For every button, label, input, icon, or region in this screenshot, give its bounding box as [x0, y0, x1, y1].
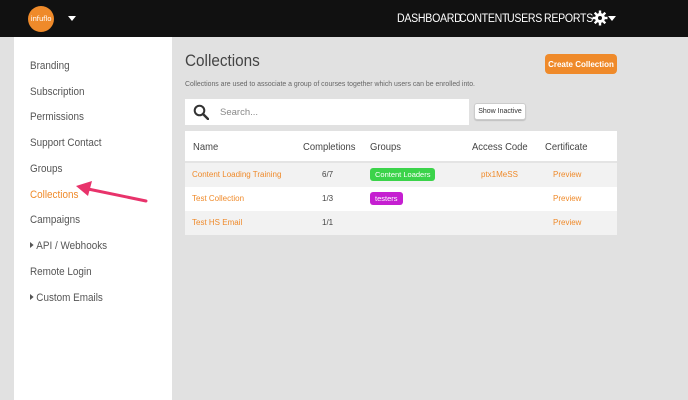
sidebar-item-label: Branding: [30, 60, 70, 72]
sidebar-item-label: Custom Emails: [36, 292, 103, 304]
sidebar-item-branding[interactable]: Branding: [30, 60, 70, 72]
column-header-access-code[interactable]: Access Code: [472, 141, 528, 153]
search-input[interactable]: [220, 103, 460, 121]
search-bar: [185, 99, 469, 125]
page-description: Collections are used to associate a grou…: [185, 79, 475, 88]
nav-dashboard[interactable]: DASHBOARD: [397, 0, 467, 37]
chevron-down-icon[interactable]: [608, 16, 616, 21]
sidebar-item-label: Campaigns: [30, 214, 81, 226]
group-badge[interactable]: testers: [370, 192, 403, 205]
column-header-name[interactable]: Name: [193, 141, 218, 153]
sidebar-item-label: Remote Login: [30, 266, 92, 278]
caret-right-icon: [30, 294, 34, 300]
certificate-preview-link[interactable]: Preview: [553, 170, 581, 179]
column-header-certificate[interactable]: Certificate: [545, 141, 588, 153]
completions-value: 6/7: [322, 170, 334, 179]
caret-right-icon: [30, 242, 34, 248]
completions-value: 1/1: [322, 218, 334, 227]
collection-name-link[interactable]: Content Loading Training: [192, 170, 281, 179]
top-navbar: infuflo DASHBOARD CONTENT USERS REPORTS: [0, 0, 688, 37]
access-code-value: ptx1MeSS: [481, 170, 518, 179]
sidebar-item-campaigns[interactable]: Campaigns: [30, 214, 80, 226]
column-header-groups[interactable]: Groups: [370, 141, 401, 153]
collections-table: Name Completions Groups Access Code Cert…: [185, 131, 617, 235]
group-badge[interactable]: Content Loaders: [370, 168, 436, 181]
sidebar-item-label: Collections: [30, 189, 79, 201]
sidebar-item-support-contact[interactable]: Support Contact: [30, 137, 102, 149]
sidebar-item-collections[interactable]: Collections: [30, 189, 78, 201]
completions-value: 1/3: [322, 194, 334, 203]
search-icon: [193, 104, 209, 120]
sidebar-item-groups[interactable]: Groups: [30, 163, 62, 175]
sidebar-item-custom-emails[interactable]: Custom Emails: [30, 292, 103, 304]
table-row: Test HS Email 1/1 Preview: [185, 211, 617, 235]
app-logo[interactable]: infuflo: [28, 6, 54, 32]
nav-dashboard-label: DASHBOARD: [397, 12, 462, 25]
collection-name-link[interactable]: Test HS Email: [192, 218, 242, 227]
nav-reports-label: REPORTS: [544, 12, 594, 25]
show-inactive-button[interactable]: Show Inactive: [474, 103, 526, 120]
sidebar-item-api-webhooks[interactable]: API / Webhooks: [30, 240, 107, 252]
column-header-completions[interactable]: Completions: [303, 141, 356, 153]
certificate-preview-link[interactable]: Preview: [553, 218, 581, 227]
logo-text: infuflo: [30, 15, 52, 23]
nav-content[interactable]: CONTENT: [459, 0, 512, 37]
sidebar: Branding Subscription Permissions Suppor…: [14, 37, 172, 400]
sidebar-item-label: API / Webhooks: [36, 240, 108, 252]
sidebar-item-label: Groups: [30, 163, 63, 175]
table-row: Content Loading Training 6/7 Content Loa…: [185, 163, 617, 187]
table-row: Test Collection 1/3 testers Preview: [185, 187, 617, 211]
nav-users-label: USERS: [507, 12, 543, 25]
sidebar-item-permissions[interactable]: Permissions: [30, 111, 84, 123]
gear-icon[interactable]: [592, 10, 608, 26]
nav-users[interactable]: USERS: [507, 0, 545, 37]
page-title: Collections: [185, 51, 260, 70]
sidebar-item-subscription[interactable]: Subscription: [30, 86, 84, 98]
create-collection-button[interactable]: Create Collection: [545, 54, 617, 74]
sidebar-item-label: Support Contact: [30, 137, 102, 149]
collection-name-link[interactable]: Test Collection: [192, 194, 244, 203]
annotation-arrow-icon: [76, 181, 148, 203]
sidebar-item-label: Subscription: [30, 86, 85, 98]
sidebar-item-remote-login[interactable]: Remote Login: [30, 266, 92, 278]
nav-reports[interactable]: REPORTS: [544, 0, 597, 37]
nav-content-label: CONTENT: [459, 12, 509, 25]
sidebar-item-label: Permissions: [30, 111, 84, 123]
chevron-down-icon[interactable]: [68, 16, 76, 21]
certificate-preview-link[interactable]: Preview: [553, 194, 581, 203]
